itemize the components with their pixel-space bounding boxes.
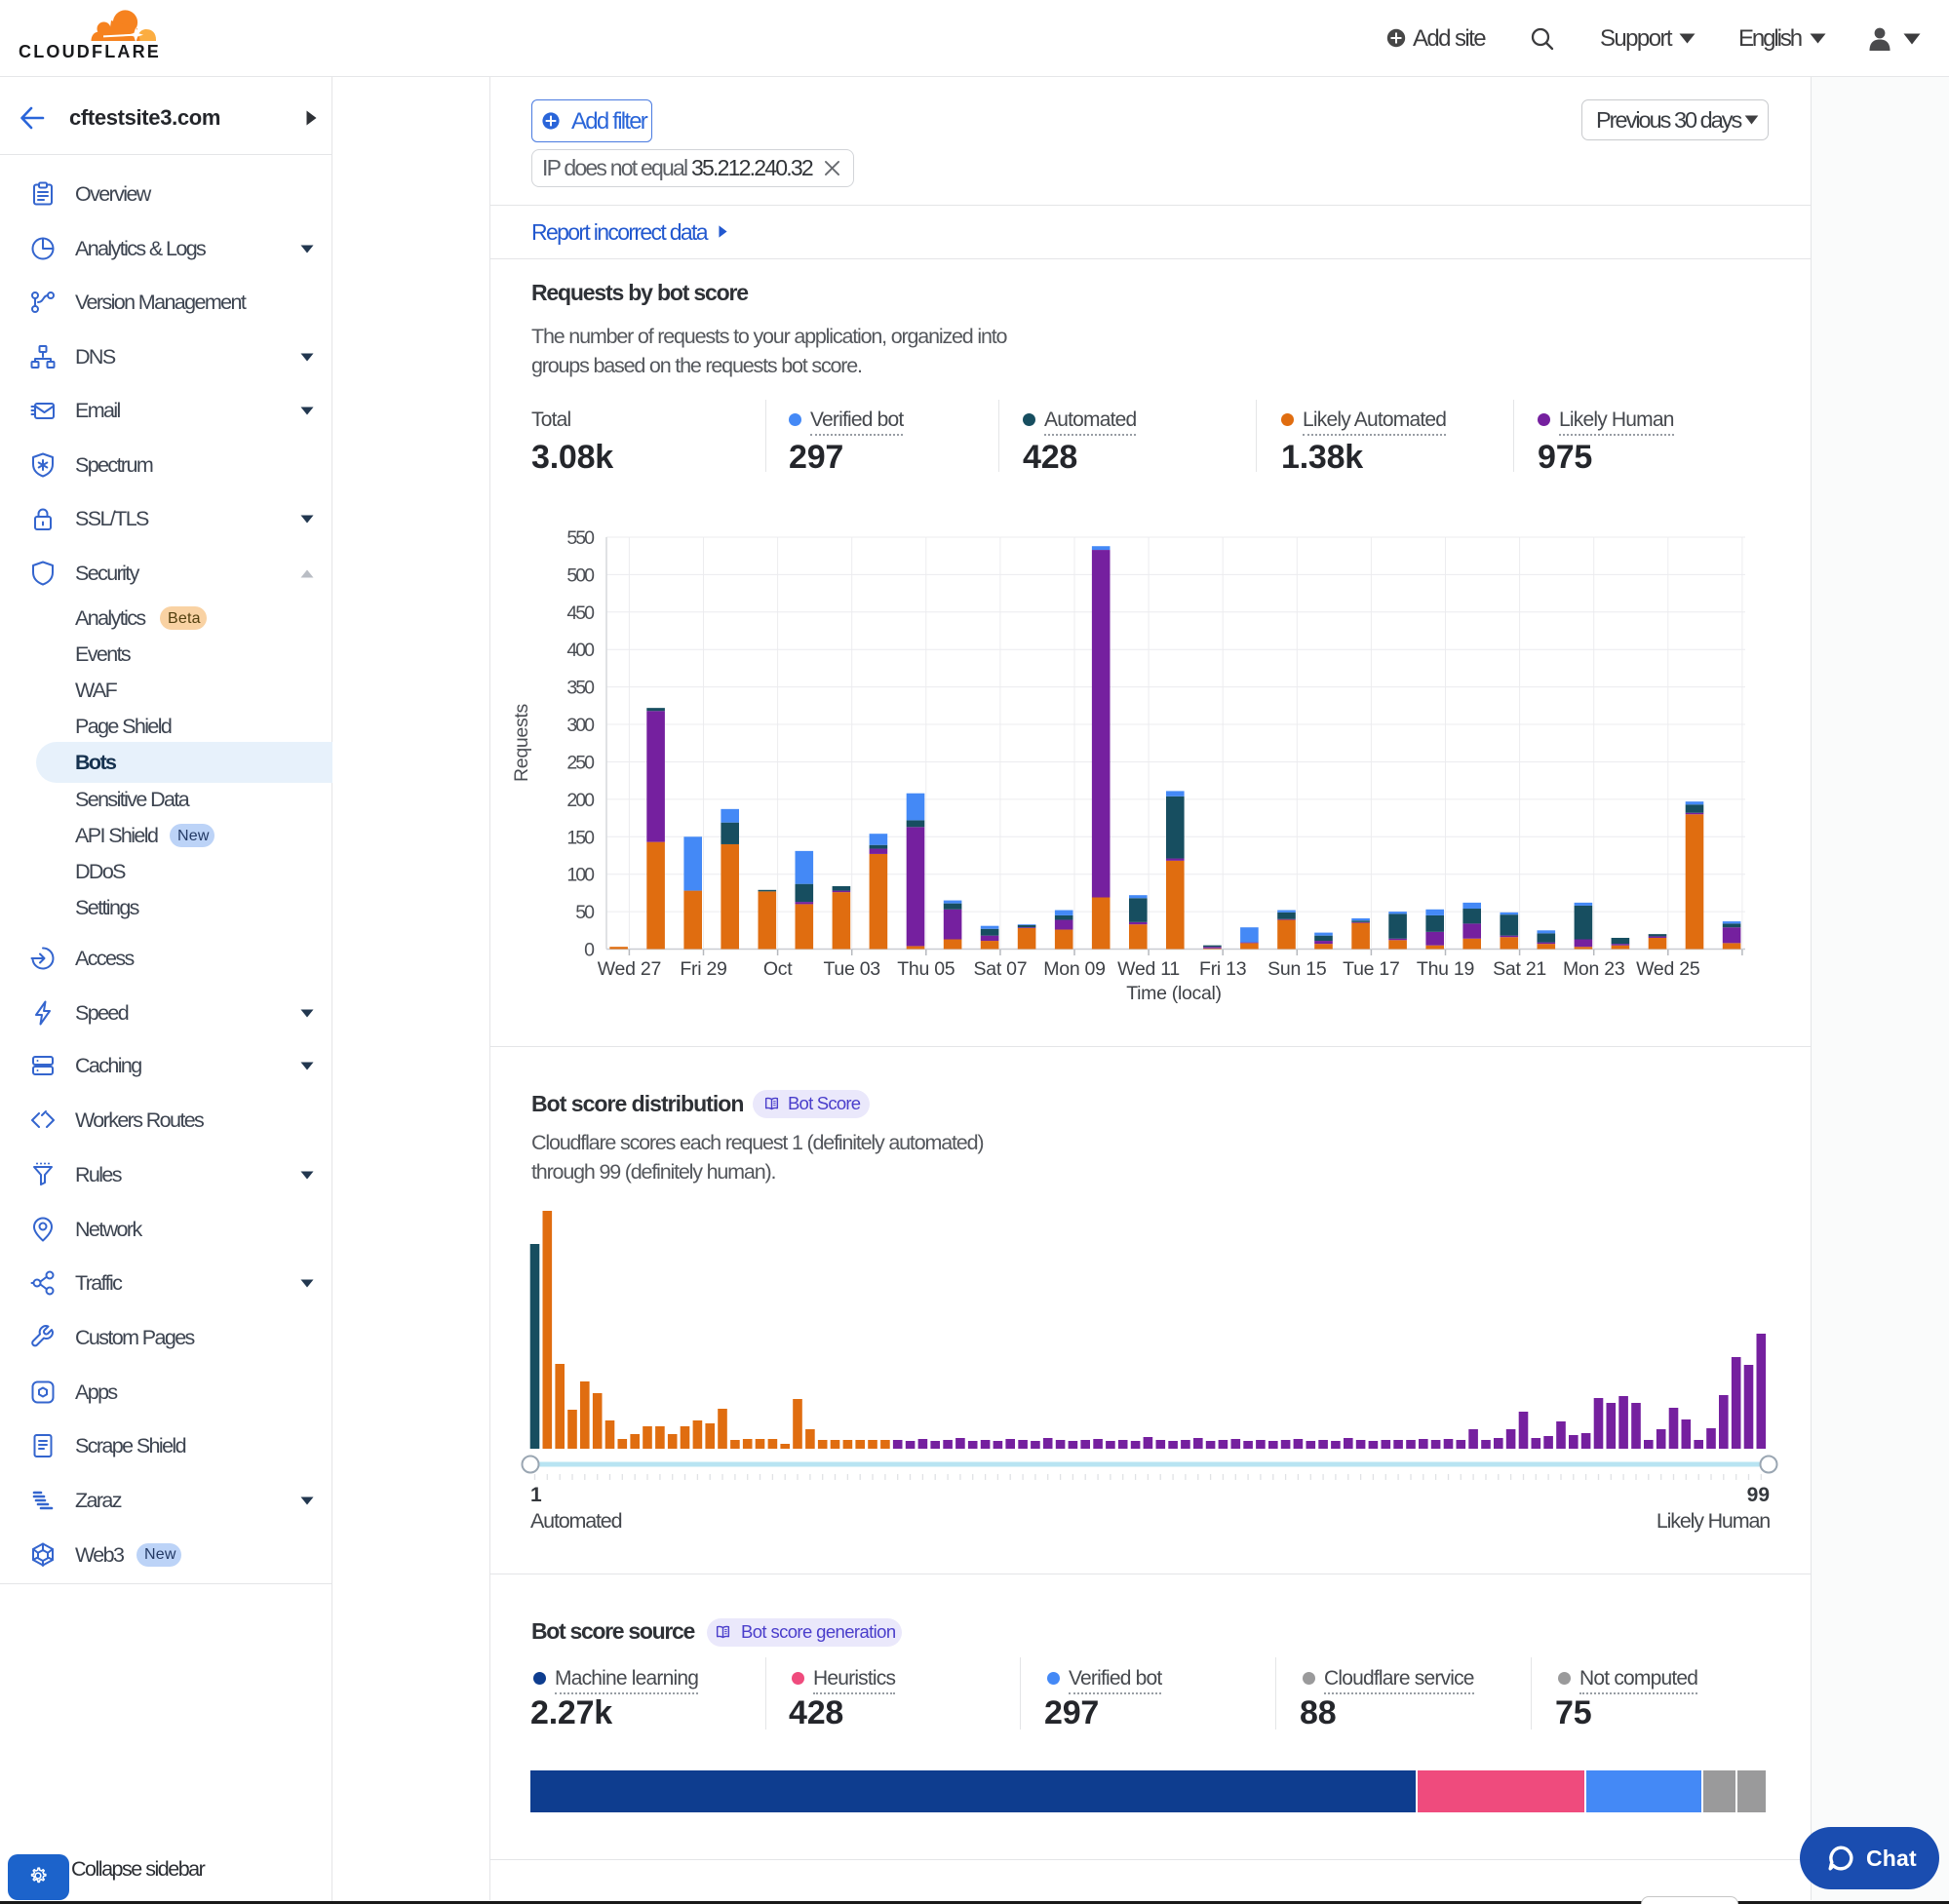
svg-text:100: 100: [566, 865, 595, 886]
svg-text:Wed 11: Wed 11: [1117, 958, 1180, 980]
svg-text:Mon 23: Mon 23: [1563, 958, 1624, 980]
svg-text:500: 500: [566, 564, 595, 586]
svg-text:Fri 13: Fri 13: [1199, 958, 1246, 980]
svg-text:Fri 29: Fri 29: [680, 958, 726, 980]
svg-text:Oct: Oct: [763, 958, 793, 980]
svg-text:Time (local): Time (local): [1126, 983, 1222, 1004]
svg-text:Sat 07: Sat 07: [973, 958, 1027, 980]
svg-text:300: 300: [566, 715, 595, 736]
svg-text:Thu 05: Thu 05: [897, 958, 955, 980]
svg-text:200: 200: [566, 790, 595, 811]
svg-text:250: 250: [566, 753, 595, 774]
svg-text:Thu 19: Thu 19: [1417, 958, 1474, 980]
svg-text:Sun 15: Sun 15: [1267, 958, 1327, 980]
svg-text:350: 350: [566, 678, 595, 699]
svg-text:400: 400: [566, 640, 595, 661]
svg-text:Tue 17: Tue 17: [1343, 958, 1399, 980]
svg-text:150: 150: [566, 827, 595, 848]
svg-text:Wed 25: Wed 25: [1636, 958, 1700, 980]
svg-text:Mon 09: Mon 09: [1043, 958, 1105, 980]
svg-text:Tue 03: Tue 03: [823, 958, 879, 980]
svg-text:Requests: Requests: [511, 703, 532, 782]
svg-text:450: 450: [566, 602, 595, 624]
svg-text:Wed 27: Wed 27: [598, 958, 661, 980]
svg-text:50: 50: [575, 902, 595, 923]
svg-text:Sat 21: Sat 21: [1493, 958, 1546, 980]
svg-text:550: 550: [566, 527, 595, 549]
svg-text:0: 0: [584, 940, 595, 961]
